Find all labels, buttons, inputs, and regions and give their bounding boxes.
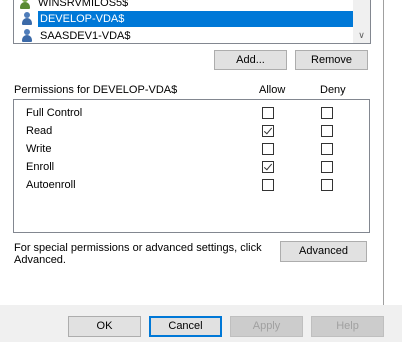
ok-button[interactable]: OK — [68, 316, 141, 337]
permission-name: Write — [26, 143, 52, 155]
user-group-icon — [18, 0, 32, 10]
permission-name: Read — [26, 125, 53, 137]
deny-checkbox-autoenroll[interactable] — [321, 179, 333, 191]
deny-checkbox-full-control[interactable] — [321, 107, 333, 119]
list-item-label: WINSRVMILOS5$ — [38, 0, 129, 9]
help-button[interactable]: Help — [311, 316, 384, 337]
deny-checkbox-write[interactable] — [321, 143, 333, 155]
remove-button[interactable]: Remove — [295, 50, 368, 70]
list-item-label: SAASDEV1-VDA$ — [40, 30, 131, 42]
cancel-button[interactable]: Cancel — [149, 316, 222, 337]
list-item[interactable]: SAASDEV1-VDA$ — [20, 28, 132, 43]
chevron-down-icon[interactable]: ∨ — [356, 30, 367, 41]
list-scrollbar[interactable]: ∨ — [353, 0, 370, 43]
permission-name: Enroll — [26, 161, 55, 173]
list-item[interactable]: WINSRVMILOS5$ — [18, 0, 130, 11]
group-user-list[interactable]: WINSRVMILOS5$ DEVELOP-VDA$ SAASDEV1-VDA$… — [13, 0, 371, 44]
deny-checkbox-enroll[interactable] — [321, 161, 333, 173]
dialog-edge — [383, 0, 384, 305]
permission-name: Autoenroll — [26, 179, 76, 191]
permissions-header: Permissions for DEVELOP-VDA$ — [14, 84, 178, 96]
allow-checkbox-full-control[interactable] — [262, 107, 274, 119]
add-button[interactable]: Add... — [214, 50, 287, 70]
deny-checkbox-read[interactable] — [321, 125, 333, 137]
allow-column-header: Allow — [259, 84, 286, 96]
permission-name: Full Control — [26, 107, 83, 119]
allow-checkbox-write[interactable] — [262, 143, 274, 155]
list-item-selected[interactable]: DEVELOP-VDA$ — [20, 11, 354, 27]
user-icon — [20, 12, 34, 26]
advanced-note: For special permissions or advanced sett… — [14, 242, 262, 266]
deny-column-header: Deny — [320, 84, 346, 96]
allow-checkbox-autoenroll[interactable] — [262, 179, 274, 191]
apply-button[interactable]: Apply — [230, 316, 303, 337]
user-icon — [20, 29, 34, 43]
allow-checkbox-enroll[interactable] — [262, 161, 274, 173]
advanced-button[interactable]: Advanced — [280, 241, 367, 262]
list-item-label: DEVELOP-VDA$ — [38, 11, 354, 27]
allow-checkbox-read[interactable] — [262, 125, 274, 137]
permissions-table: Full Control Read Write Enroll Autoenrol… — [13, 99, 370, 233]
